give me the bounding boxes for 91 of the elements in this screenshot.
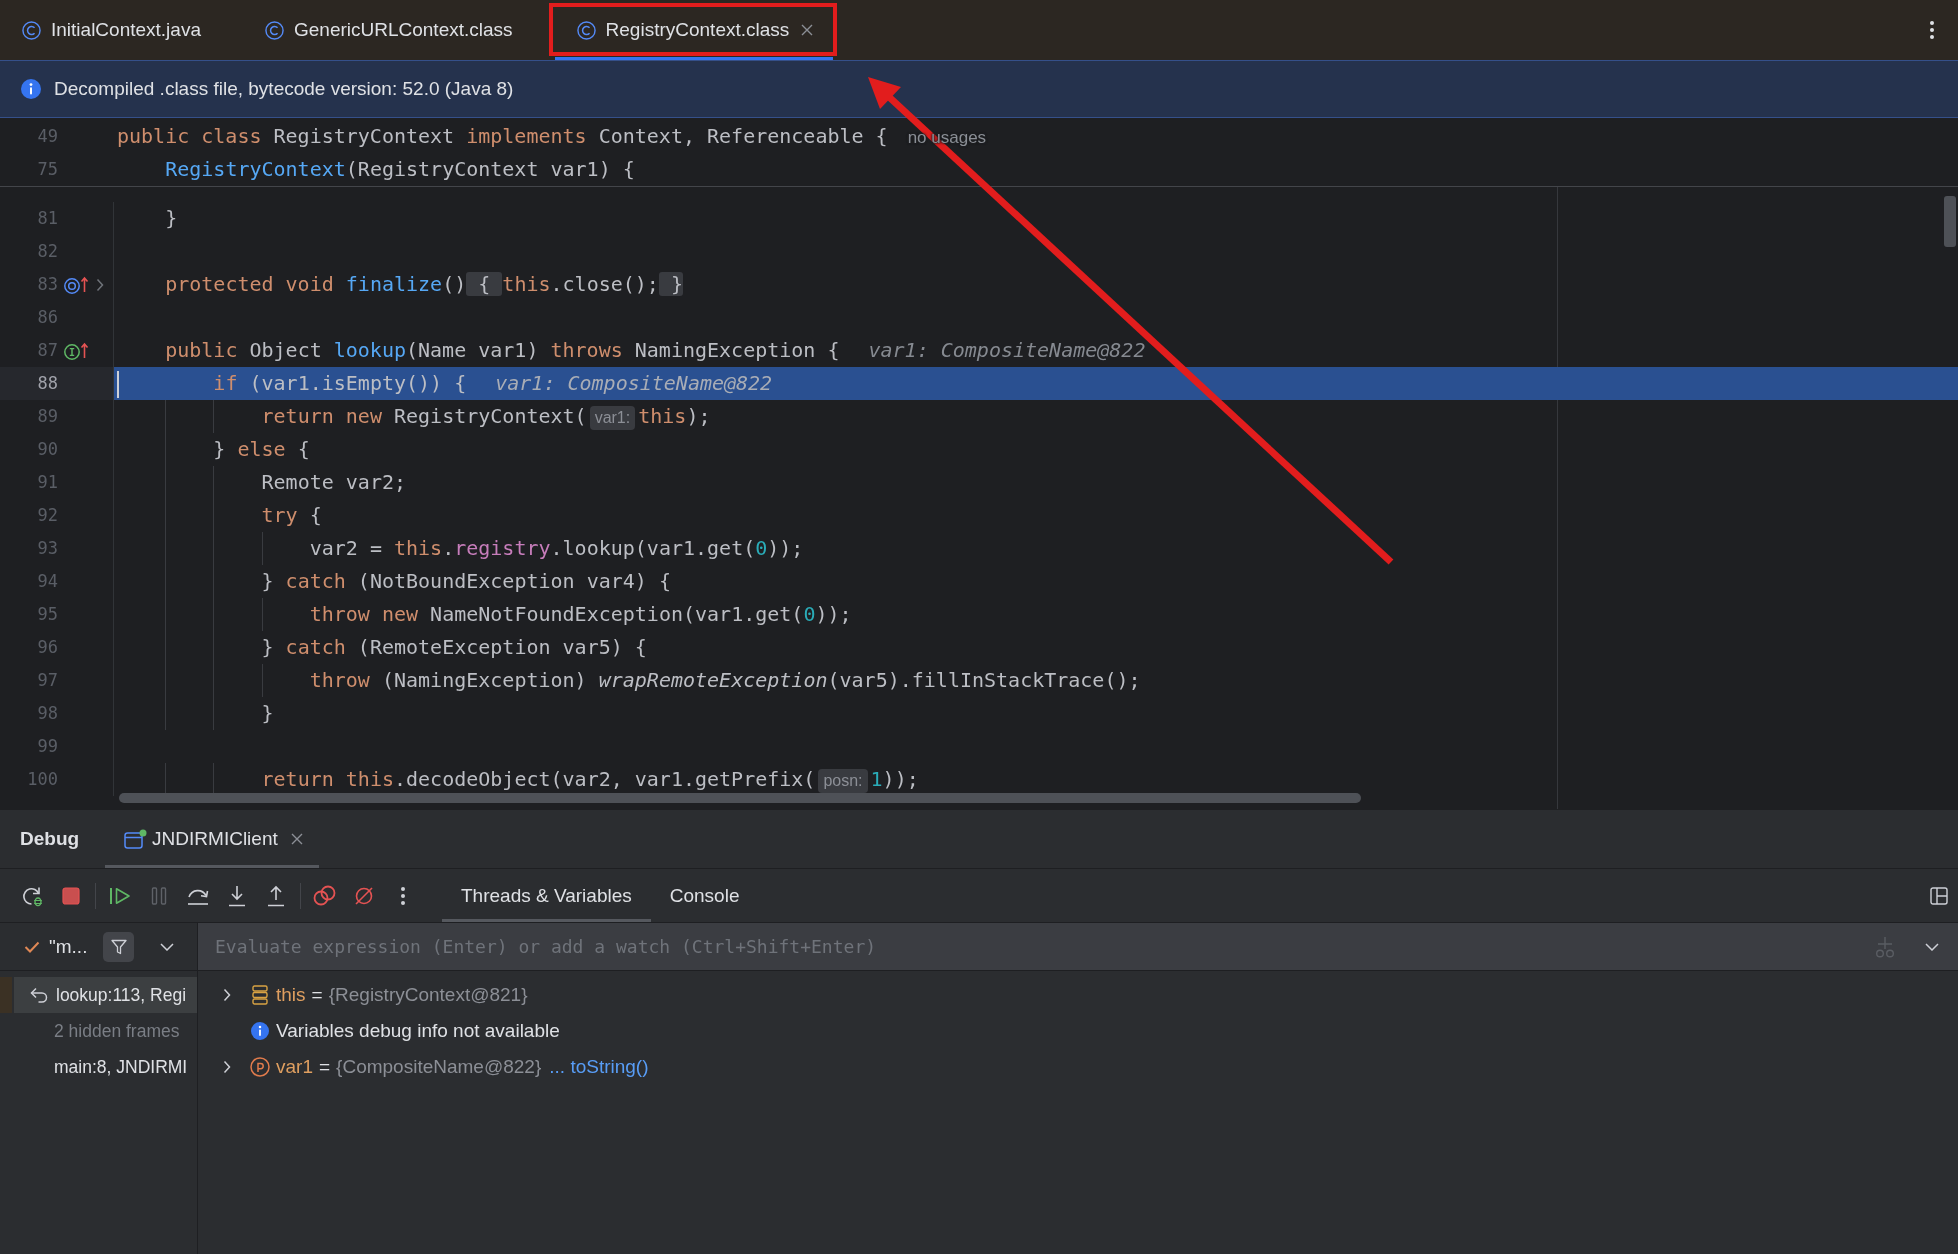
banner-message: Decompiled .class file, bytecode version: 52.0 (Java 8) bbox=[54, 78, 514, 100]
debug-info-message: Variables debug info not available bbox=[276, 1020, 560, 1042]
mute-breakpoints-icon[interactable] bbox=[354, 885, 374, 906]
more-icon[interactable] bbox=[1930, 21, 1934, 39]
line-number: 87 bbox=[36, 339, 58, 362]
info-icon bbox=[21, 79, 41, 99]
variable-entry[interactable]: var1 = {CompositeName@822} bbox=[276, 1056, 542, 1078]
evaluate-input[interactable]: Evaluate expression (Enter) or add a watch (Ctrl+Shift+Enter) bbox=[215, 932, 1874, 961]
line-number: 93 bbox=[36, 537, 58, 560]
code-text: } catch (NotBoundException var4) { bbox=[261, 569, 671, 593]
scrollbar-thumb[interactable] bbox=[119, 793, 1361, 803]
chevron-down-icon[interactable] bbox=[160, 942, 175, 951]
code-text: } else { bbox=[213, 437, 310, 461]
parameter-hint: var1: bbox=[589, 405, 636, 430]
line-number: 92 bbox=[36, 504, 58, 527]
circle-p-icon bbox=[250, 1057, 270, 1077]
view-tab[interactable]: Console bbox=[650, 869, 759, 922]
panel-title: Debug bbox=[20, 828, 80, 850]
line-number: 75 bbox=[36, 158, 58, 181]
code-text: this); bbox=[638, 404, 711, 428]
line-number: 81 bbox=[36, 207, 58, 230]
ring-up-arrow-icon[interactable] bbox=[63, 275, 89, 294]
line-number: 89 bbox=[36, 405, 58, 428]
code-text: Remote var2; bbox=[261, 470, 406, 494]
line-number: 99 bbox=[36, 735, 58, 758]
session-tab[interactable]: JNDIRMIClient bbox=[105, 810, 319, 868]
check-icon bbox=[24, 940, 40, 953]
code-text: throw new NameNotFoundException(var1.get(0)); bbox=[309, 602, 852, 626]
code-text: public class RegistryContext implements Context, Referenceable { bbox=[117, 124, 888, 148]
file-tab[interactable]: InitialContext.java bbox=[0, 0, 223, 60]
code-text: protected void finalize() { this.close(); } bbox=[165, 272, 683, 296]
line-number: 98 bbox=[36, 702, 58, 725]
window-icon bbox=[124, 828, 148, 850]
code-text: var2 = this.registry.lookup(var1.get(0)); bbox=[309, 536, 804, 560]
variable-entry[interactable]: this = {RegistryContext@821} bbox=[276, 984, 528, 1006]
code-text: } bbox=[165, 206, 178, 230]
inline-value: var1: CompositeName@822 bbox=[495, 371, 773, 395]
code-text: if (var1.isEmpty()) { bbox=[213, 371, 467, 395]
code-text: return this.decodeObject(var2, var1.getPrefix( bbox=[261, 767, 816, 791]
expand-chevron-icon[interactable] bbox=[223, 988, 231, 1002]
class-icon bbox=[264, 20, 284, 40]
line-number: 95 bbox=[36, 603, 58, 626]
thread-selector[interactable]: "m... bbox=[49, 935, 88, 958]
code-text: throw (NamingException) wrapRemoteException(var5).fillInStackTrace(); bbox=[309, 668, 1141, 692]
stop-icon[interactable] bbox=[62, 886, 80, 905]
line-number: 97 bbox=[36, 669, 58, 692]
scrollbar-thumb[interactable] bbox=[1944, 196, 1956, 247]
step-out-icon[interactable] bbox=[267, 884, 285, 907]
close-icon[interactable] bbox=[801, 24, 814, 36]
line-number: 49 bbox=[36, 125, 58, 148]
inline-value: var1: CompositeName@822 bbox=[868, 338, 1146, 362]
stacked-bars-icon bbox=[252, 985, 268, 1005]
info-icon bbox=[251, 1022, 269, 1040]
file-tab[interactable]: GenericURLContext.class bbox=[242, 0, 535, 60]
line-number: 90 bbox=[36, 438, 58, 461]
code-text: } catch (RemoteException var5) { bbox=[261, 635, 647, 659]
expand-chevron-icon[interactable] bbox=[223, 1060, 231, 1074]
code-text: try { bbox=[261, 503, 322, 527]
step-into-icon[interactable] bbox=[228, 884, 246, 907]
return-arrow-icon bbox=[30, 987, 48, 1003]
stack-frame[interactable]: main:8, JNDIRMI bbox=[54, 1049, 188, 1085]
line-number: 82 bbox=[36, 240, 58, 263]
filter-icon bbox=[110, 938, 127, 955]
class-icon bbox=[576, 20, 596, 40]
code-text: public Object lookup(Name var1) throws NamingException { bbox=[165, 338, 840, 362]
line-number: 96 bbox=[36, 636, 58, 659]
resume-icon[interactable] bbox=[109, 886, 131, 905]
parameter-hint: posn: bbox=[818, 768, 868, 793]
line-number: 100 bbox=[26, 768, 58, 791]
line-number: 83 bbox=[36, 273, 58, 296]
chevron-down-icon[interactable] bbox=[1925, 942, 1939, 951]
line-number: 94 bbox=[36, 570, 58, 593]
stack-frame[interactable]: lookup:113, Regi bbox=[0, 977, 197, 1013]
fold-chevron-icon[interactable] bbox=[96, 277, 104, 292]
letter-i-up-arrow-icon[interactable] bbox=[63, 341, 89, 360]
tostring-link[interactable]: ... toString() bbox=[549, 1056, 649, 1078]
breakpoints-icon[interactable] bbox=[313, 884, 337, 907]
line-number: 88 bbox=[36, 372, 58, 395]
evaluate-field[interactable]: Evaluate expression (Enter) or add a watch (Ctrl+Shift+Enter) bbox=[198, 923, 1958, 970]
code-text: } bbox=[261, 701, 274, 725]
layout-icon[interactable] bbox=[1930, 886, 1948, 905]
text-cursor bbox=[117, 371, 119, 398]
class-icon bbox=[22, 20, 41, 40]
code-text: RegistryContext(RegistryContext var1) { bbox=[165, 157, 635, 181]
code-text: return new RegistryContext( bbox=[261, 404, 587, 428]
filter-button[interactable] bbox=[103, 931, 135, 962]
more-icon[interactable] bbox=[401, 886, 405, 905]
code-text: 1)); bbox=[870, 767, 919, 791]
line-number: 86 bbox=[36, 306, 58, 329]
line-number: 91 bbox=[36, 471, 58, 494]
close-icon[interactable] bbox=[290, 833, 303, 845]
